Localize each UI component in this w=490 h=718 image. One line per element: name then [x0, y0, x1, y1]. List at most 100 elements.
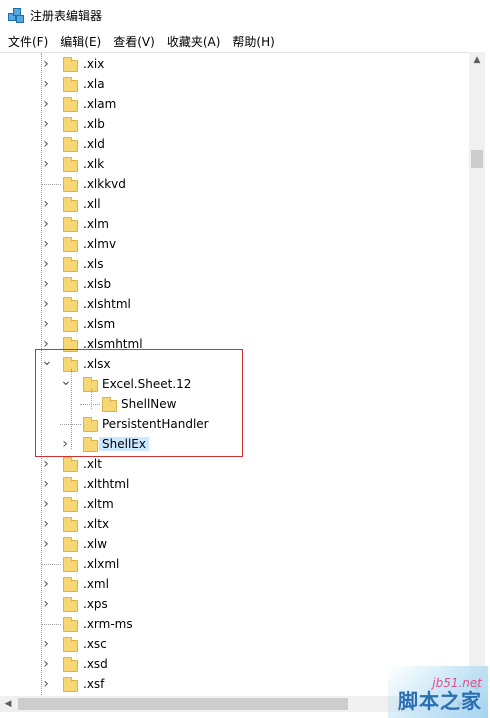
- tree-row[interactable]: .xlxml: [0, 554, 469, 574]
- scroll-left-arrow-icon[interactable]: ◀: [0, 696, 16, 712]
- tree-row[interactable]: › .xltm: [0, 494, 469, 514]
- folder-icon: [63, 57, 78, 72]
- tree-item-label[interactable]: .xsf: [83, 677, 104, 691]
- tree-item-label[interactable]: .xlshtml: [83, 297, 131, 311]
- tree-item-label[interactable]: .xlsm: [83, 317, 115, 331]
- tree-item-label[interactable]: .xml: [83, 577, 109, 591]
- tree-row[interactable]: › .xlt: [0, 454, 469, 474]
- chevron-right-icon[interactable]: ›: [41, 517, 51, 531]
- chevron-right-icon[interactable]: ›: [41, 277, 51, 291]
- chevron-right-icon[interactable]: ›: [41, 97, 51, 111]
- tree-row[interactable]: › .xps: [0, 594, 469, 614]
- tree-item-label[interactable]: .xlw: [83, 537, 107, 551]
- chevron-right-icon[interactable]: ›: [41, 577, 51, 591]
- vertical-scrollbar[interactable]: ▲ ▼: [469, 52, 485, 696]
- tree-row[interactable]: .xrm-ms: [0, 614, 469, 634]
- chevron-right-icon[interactable]: ›: [41, 317, 51, 331]
- chevron-right-icon[interactable]: ›: [41, 537, 51, 551]
- tree-row[interactable]: › .xlthtml: [0, 474, 469, 494]
- chevron-right-icon[interactable]: ›: [41, 77, 51, 91]
- tree-row[interactable]: › .xll: [0, 194, 469, 214]
- chevron-right-icon[interactable]: ›: [41, 237, 51, 251]
- folder-icon: [63, 677, 78, 692]
- tree-row[interactable]: › .xla: [0, 74, 469, 94]
- annotation-highlight-box: [35, 349, 243, 457]
- menu-help[interactable]: 帮助(H): [226, 33, 280, 50]
- folder-icon: [63, 297, 78, 312]
- chevron-right-icon[interactable]: ›: [41, 337, 51, 351]
- chevron-right-icon[interactable]: ›: [41, 637, 51, 651]
- tree-row[interactable]: › .xlb: [0, 114, 469, 134]
- chevron-right-icon[interactable]: ›: [41, 497, 51, 511]
- folder-icon: [63, 217, 78, 232]
- tree-item-label[interactable]: .xlb: [83, 117, 105, 131]
- tree-row[interactable]: › .xml: [0, 574, 469, 594]
- tree-row[interactable]: › .xlshtml: [0, 294, 469, 314]
- title-bar: 注册表编辑器: [0, 0, 490, 30]
- chevron-right-icon[interactable]: ›: [41, 217, 51, 231]
- tree-row[interactable]: › .xlmv: [0, 234, 469, 254]
- chevron-right-icon[interactable]: ›: [41, 157, 51, 171]
- tree-row[interactable]: › .xltx: [0, 514, 469, 534]
- tree-row[interactable]: › .xlw: [0, 534, 469, 554]
- chevron-right-icon[interactable]: ›: [41, 57, 51, 71]
- tree-item-label[interactable]: .xla: [83, 77, 105, 91]
- tree-item-label[interactable]: .xlm: [83, 217, 109, 231]
- menu-view[interactable]: 查看(V): [107, 33, 161, 50]
- folder-icon: [63, 597, 78, 612]
- tree-item-label[interactable]: .xrm-ms: [83, 617, 133, 631]
- tree-item-label[interactable]: .xll: [83, 197, 101, 211]
- tree-item-label[interactable]: .xlkkvd: [83, 177, 126, 191]
- tree-item-label[interactable]: .xlk: [83, 157, 104, 171]
- watermark: jb51.net 脚本之家: [388, 666, 488, 718]
- tree-item-label[interactable]: .xltx: [83, 517, 109, 531]
- tree-row[interactable]: › .xlsb: [0, 274, 469, 294]
- tree-row[interactable]: › .xix: [0, 54, 469, 74]
- folder-icon: [63, 97, 78, 112]
- folder-icon: [63, 457, 78, 472]
- tree-item-label[interactable]: .xps: [83, 597, 108, 611]
- menu-file[interactable]: 文件(F): [2, 33, 54, 50]
- tree-row[interactable]: › .xld: [0, 134, 469, 154]
- folder-icon: [63, 317, 78, 332]
- tree-row[interactable]: .xlkkvd: [0, 174, 469, 194]
- tree-row[interactable]: › .xsc: [0, 634, 469, 654]
- folder-icon: [63, 537, 78, 552]
- tree-item-label[interactable]: .xsc: [83, 637, 107, 651]
- tree-item-label[interactable]: .xlt: [83, 457, 102, 471]
- tree-row[interactable]: › .xls: [0, 254, 469, 274]
- chevron-right-icon[interactable]: ›: [41, 477, 51, 491]
- chevron-right-icon[interactable]: ›: [41, 457, 51, 471]
- horizontal-scroll-thumb[interactable]: [18, 698, 348, 710]
- tree-item-label[interactable]: .xltm: [83, 497, 114, 511]
- chevron-right-icon[interactable]: ›: [41, 117, 51, 131]
- tree-row[interactable]: › .xlm: [0, 214, 469, 234]
- tree-item-label[interactable]: .xld: [83, 137, 105, 151]
- tree-item-label[interactable]: .xix: [83, 57, 104, 71]
- menu-favorites[interactable]: 收藏夹(A): [161, 33, 227, 50]
- chevron-right-icon[interactable]: ›: [41, 257, 51, 271]
- tree-item-label[interactable]: .xlam: [83, 97, 116, 111]
- chevron-right-icon[interactable]: ›: [41, 137, 51, 151]
- chevron-right-icon[interactable]: ›: [41, 197, 51, 211]
- tree-row[interactable]: › .xlsm: [0, 314, 469, 334]
- menu-edit[interactable]: 编辑(E): [54, 33, 107, 50]
- chevron-right-icon[interactable]: ›: [41, 677, 51, 691]
- scroll-up-arrow-icon[interactable]: ▲: [469, 52, 485, 68]
- tree-item-label[interactable]: .xlxml: [83, 557, 119, 571]
- chevron-right-icon[interactable]: ›: [41, 297, 51, 311]
- tree-row[interactable]: › .xlam: [0, 94, 469, 114]
- menu-bar: 文件(F) 编辑(E) 查看(V) 收藏夹(A) 帮助(H): [0, 30, 490, 52]
- tree-item-label[interactable]: .xlthtml: [83, 477, 129, 491]
- folder-icon: [63, 237, 78, 252]
- tree-item-label[interactable]: .xls: [83, 257, 104, 271]
- tree-item-label[interactable]: .xsd: [83, 657, 108, 671]
- chevron-right-icon[interactable]: ›: [41, 657, 51, 671]
- folder-icon: [63, 577, 78, 592]
- vertical-scroll-thumb[interactable]: [471, 150, 483, 168]
- tree-item-label[interactable]: .xlsb: [83, 277, 111, 291]
- tree-connector-line: [41, 184, 61, 185]
- chevron-right-icon[interactable]: ›: [41, 597, 51, 611]
- tree-row[interactable]: › .xlk: [0, 154, 469, 174]
- tree-item-label[interactable]: .xlmv: [83, 237, 116, 251]
